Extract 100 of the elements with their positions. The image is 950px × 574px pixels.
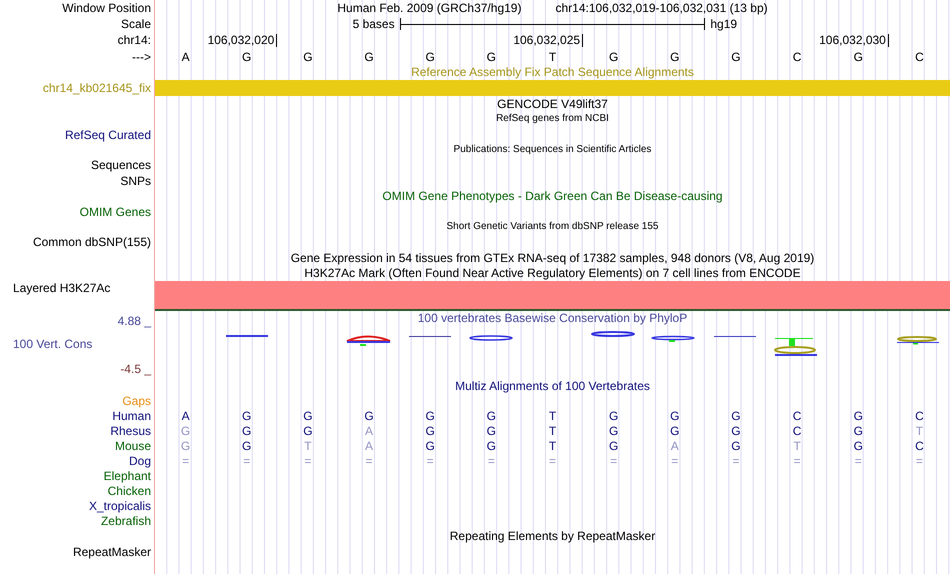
- track-label[interactable]: 100 Vert. Cons: [0, 336, 154, 352]
- base-letter: G: [242, 439, 252, 454]
- axis-max-label: 4.88 _: [118, 314, 152, 329]
- track-label[interactable]: Zebrafish: [100, 514, 154, 528]
- base-letter: G: [486, 409, 496, 424]
- scale-label: 5 bases: [352, 17, 396, 32]
- base-letter: G: [854, 439, 863, 454]
- assembly-name: Human Feb. 2009 (GRCh37/hg19): [337, 1, 522, 16]
- ruler-tick: 106,032,020: [208, 34, 278, 47]
- track-title: GENCODE V49lift37: [497, 96, 608, 111]
- base-letter: =: [426, 454, 434, 468]
- base-letter: G: [854, 424, 863, 438]
- base-letter: G: [303, 409, 313, 424]
- base-letter: A: [365, 424, 374, 438]
- track-title: Multiz Alignments of 100 Vertebrates: [455, 378, 650, 393]
- base-letter: G: [486, 439, 496, 454]
- base-letter: G: [731, 439, 741, 454]
- track-title: OMIM Gene Phenotypes - Dark Green Can Be Disease-causing: [382, 189, 723, 204]
- track-label[interactable]: RefSeq Curated: [64, 128, 154, 142]
- base-letter: T: [548, 424, 556, 438]
- base-letter: G: [180, 439, 190, 454]
- base-letter: G: [426, 50, 435, 64]
- base-letter: =: [366, 454, 373, 468]
- base-letter: G: [364, 50, 374, 64]
- base-letter: G: [670, 409, 680, 424]
- base-letter: =: [732, 454, 740, 468]
- base-letter: G: [242, 424, 252, 438]
- base-letter: G: [731, 424, 741, 438]
- base-letter: A: [365, 439, 374, 454]
- track-label[interactable]: SNPs: [120, 174, 154, 188]
- base-letter: G: [426, 409, 435, 424]
- track-label: Scale: [120, 17, 152, 32]
- base-letter: =: [794, 454, 801, 468]
- track-label[interactable]: Human: [112, 409, 154, 424]
- track-label[interactable]: Chicken: [108, 484, 154, 498]
- position-range: chr14:106,032,019-106,032,031 (13 bp): [555, 1, 768, 16]
- base-letter: C: [792, 424, 802, 438]
- base-letter: G: [303, 424, 313, 438]
- track-label[interactable]: Mouse: [114, 439, 154, 454]
- track-title: Publications: Sequences in Scientific Articles: [454, 143, 652, 157]
- base-letter: C: [915, 439, 924, 454]
- base-letter: =: [182, 454, 190, 468]
- track-label[interactable]: Elephant: [104, 469, 154, 484]
- track-label[interactable]: OMIM Genes: [80, 204, 154, 219]
- base-letter: G: [670, 50, 680, 64]
- track-label[interactable]: Common dbSNP(155): [32, 235, 154, 250]
- axis-min-label: -4.5 _: [120, 362, 152, 377]
- base-letter: G: [608, 439, 618, 454]
- base-letter: =: [854, 454, 862, 468]
- base-letter: G: [426, 424, 435, 438]
- track-title: Short Genetic Variants from dbSNP release 155: [446, 220, 658, 234]
- base-letter: T: [304, 439, 312, 454]
- track-title: RefSeq genes from NCBI: [496, 112, 609, 126]
- track-title: 100 vertebrates Basewise Conservation by PhyloP: [418, 310, 688, 326]
- base-letter: G: [303, 50, 313, 64]
- base-letter: G: [180, 424, 190, 438]
- track-label[interactable]: Dog: [128, 454, 154, 468]
- track-label[interactable]: X_tropicalis: [88, 499, 154, 514]
- base-letter: G: [731, 50, 741, 64]
- track-label[interactable]: RepeatMasker: [72, 544, 154, 559]
- base-letter: =: [610, 454, 618, 468]
- base-letter: G: [486, 424, 496, 438]
- base-letter: =: [671, 454, 678, 468]
- track-title: H3K27Ac Mark (Often Found Near Active Regulatory Elements) on 7 cell lines from ENCODE: [304, 266, 801, 280]
- track-title: Gene Expression in 54 tissues from GTEx RNA-seq of 17382 samples, 948 donors (V8, Aug 2019): [290, 250, 814, 265]
- base-letter: =: [916, 454, 923, 468]
- base-letter: A: [670, 439, 679, 454]
- base-letter: G: [854, 409, 863, 424]
- track-label: --->: [132, 50, 152, 64]
- base-letter: G: [670, 424, 680, 438]
- base-letter: A: [182, 50, 190, 64]
- track-label: Window Position: [62, 1, 152, 16]
- base-letter: G: [426, 439, 435, 454]
- base-letter: G: [608, 409, 618, 424]
- track-label[interactable]: Sequences: [90, 158, 154, 172]
- ruler-tick: 106,032,025: [513, 34, 584, 47]
- base-letter: G: [486, 50, 496, 64]
- base-letter: =: [243, 454, 250, 468]
- ruler-tick: 106,032,030: [819, 34, 889, 47]
- base-letter: G: [608, 424, 618, 438]
- base-letter: =: [304, 454, 312, 468]
- track-label[interactable]: Layered H3K27Ac: [0, 280, 110, 295]
- base-letter: G: [731, 409, 741, 424]
- base-letter: G: [854, 50, 863, 64]
- base-letter: T: [548, 50, 556, 64]
- base-letter: =: [548, 454, 556, 468]
- base-letter: T: [548, 409, 556, 424]
- assembly-label: hg19: [709, 17, 738, 32]
- base-letter: C: [792, 409, 802, 424]
- base-letter: C: [915, 409, 924, 424]
- base-letter: G: [608, 50, 618, 64]
- base-letter: =: [488, 454, 495, 468]
- base-letter: T: [916, 424, 924, 438]
- base-letter: C: [915, 50, 924, 64]
- base-letter: T: [548, 439, 556, 454]
- base-letter: G: [242, 50, 252, 64]
- base-letter: A: [182, 409, 190, 424]
- base-letter: T: [793, 439, 801, 454]
- track-title: Repeating Elements by RepeatMasker: [450, 529, 656, 544]
- track-label[interactable]: Rhesus: [110, 424, 154, 438]
